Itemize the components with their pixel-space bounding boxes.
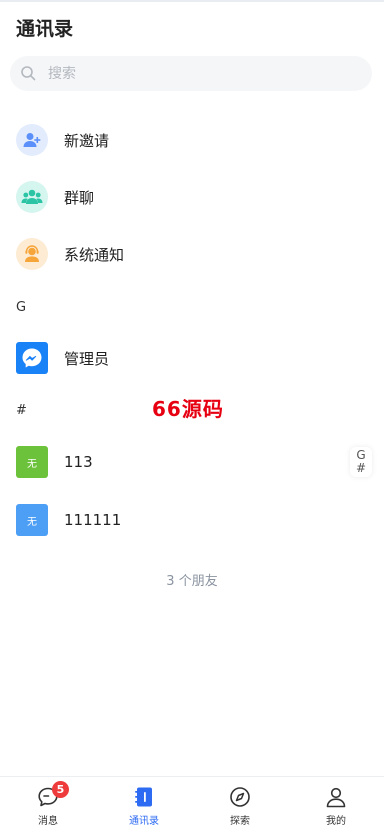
section-header-hash: # <box>16 403 27 418</box>
search-bar[interactable] <box>10 56 372 91</box>
search-input[interactable] <box>48 56 348 91</box>
tab-label: 探索 <box>230 816 250 827</box>
unread-badge: 5 <box>52 781 69 798</box>
profile-icon <box>326 787 346 808</box>
group-chat-item[interactable]: 群聊 <box>0 173 384 221</box>
index-letter-hash[interactable]: # <box>350 462 372 475</box>
top-divider <box>0 0 384 2</box>
tab-messages[interactable]: 5 消息 <box>0 777 96 829</box>
contact-row-admin[interactable]: 管理员 <box>0 334 384 382</box>
search-icon <box>21 66 36 81</box>
tab-label: 我的 <box>326 816 346 827</box>
contact-name: 113 <box>64 453 93 471</box>
messenger-icon <box>16 342 48 374</box>
contact-name: 管理员 <box>64 349 110 368</box>
tab-label: 通讯录 <box>129 816 159 827</box>
watermark: 66源码 <box>152 397 224 421</box>
compass-icon <box>230 787 250 807</box>
contacts-icon <box>135 787 152 807</box>
bottom-tab-bar: 5 消息 通讯录 探索 我的 <box>0 776 384 829</box>
contact-row-111111[interactable]: 无 111111 <box>0 496 384 544</box>
tab-profile[interactable]: 我的 <box>288 777 384 829</box>
section-header-g: G <box>16 300 27 315</box>
service-icon <box>16 238 48 270</box>
page-title: 通讯录 <box>16 18 74 40</box>
new-invitation-item[interactable]: 新邀请 <box>0 116 384 164</box>
new-invitation-label: 新邀请 <box>64 131 110 150</box>
system-notice-label: 系统通知 <box>64 245 125 264</box>
tab-explore[interactable]: 探索 <box>192 777 288 829</box>
add-user-icon <box>16 124 48 156</box>
avatar: 无 <box>16 504 48 536</box>
contact-row-113[interactable]: 无 113 <box>0 438 384 486</box>
avatar: 无 <box>16 446 48 478</box>
group-icon <box>16 181 48 213</box>
tab-label: 消息 <box>38 816 58 827</box>
tab-contacts[interactable]: 通讯录 <box>96 777 192 829</box>
friend-count: 3 个朋友 <box>166 574 218 589</box>
contact-name: 111111 <box>64 511 122 529</box>
system-notice-item[interactable]: 系统通知 <box>0 230 384 278</box>
alphabet-index[interactable]: G # <box>350 447 372 477</box>
group-chat-label: 群聊 <box>64 188 95 207</box>
